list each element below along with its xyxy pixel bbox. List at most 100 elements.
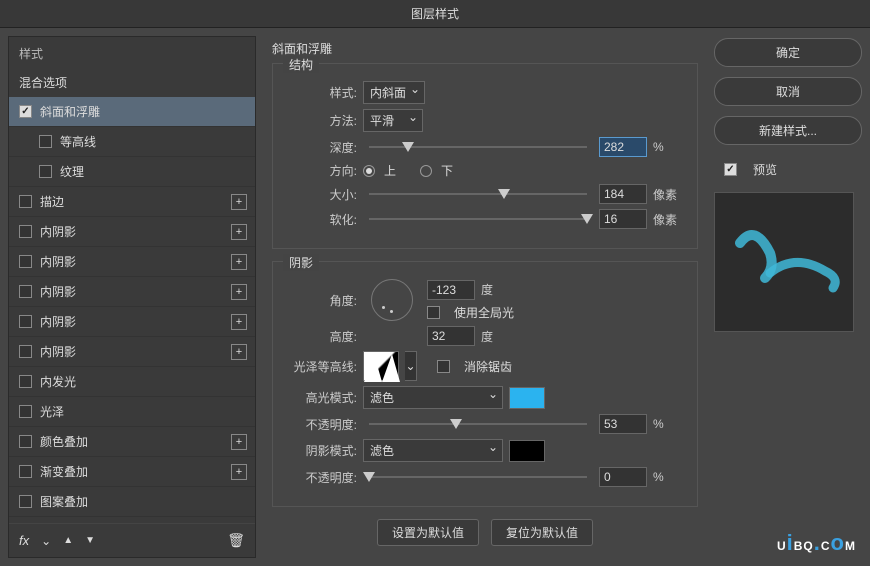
style-checkbox[interactable] — [19, 495, 32, 508]
style-item-label: 图案叠加 — [40, 493, 88, 510]
soften-input[interactable]: 16 — [599, 209, 647, 229]
style-item-8[interactable]: 内阴影 + — [9, 337, 255, 367]
right-panel: 确定 取消 新建样式... 预览 — [714, 36, 862, 558]
gloss-contour-picker[interactable] — [363, 351, 399, 381]
style-checkbox[interactable] — [19, 405, 32, 418]
antialias-checkbox[interactable] — [437, 360, 450, 373]
style-item-4[interactable]: 内阴影+ — [9, 217, 255, 247]
add-instance-icon[interactable]: + — [231, 194, 247, 210]
structure-label: 结构 — [283, 56, 319, 73]
soften-slider[interactable] — [369, 212, 587, 226]
style-checkbox[interactable] — [19, 285, 32, 298]
style-checkbox[interactable] — [39, 165, 52, 178]
add-instance-icon[interactable]: + — [231, 464, 247, 480]
style-item-0[interactable]: 斜面和浮雕 — [9, 97, 255, 127]
make-default-button[interactable]: 设置为默认值 — [377, 519, 479, 546]
style-item-label: 内阴影 — [40, 283, 76, 300]
add-instance-icon[interactable]: + — [231, 254, 247, 270]
altitude-label: 高度: — [287, 328, 357, 345]
direction-label: 方向: — [287, 162, 357, 179]
style-item-3[interactable]: 描边+ — [9, 187, 255, 217]
preview-label: 预览 — [753, 161, 777, 178]
add-instance-icon[interactable]: + — [231, 344, 247, 360]
style-checkbox[interactable] — [19, 435, 32, 448]
highlight-opacity-unit: % — [653, 417, 683, 431]
style-checkbox[interactable] — [19, 345, 32, 358]
style-item-6[interactable]: 内阴影 + — [9, 277, 255, 307]
style-item-7[interactable]: 内阴影+ — [9, 307, 255, 337]
style-checkbox[interactable] — [19, 465, 32, 478]
trash-icon[interactable]: 🗑 — [227, 532, 245, 549]
style-checkbox[interactable] — [19, 195, 32, 208]
cancel-button[interactable]: 取消 — [714, 77, 862, 106]
style-item-2[interactable]: 纹理 — [9, 157, 255, 187]
reset-default-button[interactable]: 复位为默认值 — [491, 519, 593, 546]
size-label: 大小: — [287, 186, 357, 203]
add-instance-icon[interactable]: + — [231, 314, 247, 330]
style-checkbox[interactable] — [19, 315, 32, 328]
style-select[interactable]: 内斜面 — [363, 81, 425, 104]
fx-menu-chevron-icon[interactable]: ⌄ — [41, 534, 51, 548]
gloss-contour-label: 光泽等高线: — [287, 358, 357, 375]
highlight-mode-select[interactable]: 滤色 — [363, 386, 503, 409]
ok-button[interactable]: 确定 — [714, 38, 862, 67]
style-item-label: 斜面和浮雕 — [40, 103, 100, 120]
shadow-opacity-input[interactable]: 0 — [599, 467, 647, 487]
method-select[interactable]: 平滑 — [363, 109, 423, 132]
add-instance-icon[interactable]: + — [231, 224, 247, 240]
move-down-icon[interactable]: ▼ — [85, 535, 95, 546]
size-slider[interactable] — [369, 187, 587, 201]
shadow-opacity-label: 不透明度: — [287, 469, 357, 486]
global-light-label: 使用全局光 — [454, 304, 514, 321]
shading-label: 阴影 — [283, 254, 319, 271]
new-style-button[interactable]: 新建样式... — [714, 116, 862, 145]
angle-wheel[interactable] — [371, 279, 413, 321]
direction-up-radio[interactable] — [363, 165, 375, 177]
style-item-10[interactable]: 光泽 — [9, 397, 255, 427]
highlight-opacity-input[interactable]: 53 — [599, 414, 647, 434]
fx-menu[interactable]: fx — [19, 533, 29, 548]
styles-header: 样式 — [9, 37, 255, 68]
gloss-contour-chevron-icon[interactable]: ⌄ — [405, 351, 417, 381]
add-instance-icon[interactable]: + — [231, 434, 247, 450]
style-checkbox[interactable] — [19, 105, 32, 118]
angle-unit: 度 — [481, 281, 511, 298]
style-item-5[interactable]: 内阴影+ — [9, 247, 255, 277]
direction-down-radio[interactable] — [420, 165, 432, 177]
shadow-mode-label: 阴影模式: — [287, 442, 357, 459]
shadow-opacity-slider[interactable] — [369, 470, 587, 484]
style-item-label: 内阴影 — [40, 343, 76, 360]
settings-panel: 斜面和浮雕 结构 样式: 内斜面 方法: 平滑 深度: 282 % 方向: 上 — [266, 36, 704, 558]
altitude-input[interactable]: 32 — [427, 326, 475, 346]
size-input[interactable]: 184 — [599, 184, 647, 204]
style-label: 样式: — [287, 84, 357, 101]
style-item-9[interactable]: 内发光 — [9, 367, 255, 397]
add-instance-icon[interactable]: + — [231, 284, 247, 300]
shading-group: 阴影 角度: -123 度 使用全局光 — [272, 261, 698, 507]
style-checkbox[interactable] — [39, 135, 52, 148]
depth-input[interactable]: 282 — [599, 137, 647, 157]
style-item-label: 光泽 — [40, 403, 64, 420]
style-checkbox[interactable] — [19, 225, 32, 238]
global-light-checkbox[interactable] — [427, 306, 440, 319]
style-item-11[interactable]: 颜色叠加+ — [9, 427, 255, 457]
preview-checkbox[interactable] — [724, 163, 737, 176]
depth-slider[interactable] — [369, 140, 587, 154]
soften-label: 软化: — [287, 211, 357, 228]
style-item-1[interactable]: 等高线 — [9, 127, 255, 157]
angle-input[interactable]: -123 — [427, 280, 475, 300]
style-item-label: 纹理 — [60, 163, 84, 180]
blending-options[interactable]: 混合选项 — [9, 68, 255, 97]
style-item-label: 内发光 — [40, 373, 76, 390]
style-item-12[interactable]: 渐变叠加+ — [9, 457, 255, 487]
move-up-icon[interactable]: ▲ — [63, 535, 73, 546]
style-checkbox[interactable] — [19, 375, 32, 388]
method-label: 方法: — [287, 112, 357, 129]
shadow-mode-select[interactable]: 滤色 — [363, 439, 503, 462]
shadow-color-swatch[interactable] — [509, 440, 545, 462]
highlight-opacity-slider[interactable] — [369, 417, 587, 431]
style-checkbox[interactable] — [19, 255, 32, 268]
highlight-color-swatch[interactable] — [509, 387, 545, 409]
style-item-13[interactable]: 图案叠加 — [9, 487, 255, 517]
watermark-logo: UiBQ.CoM — [777, 530, 856, 556]
